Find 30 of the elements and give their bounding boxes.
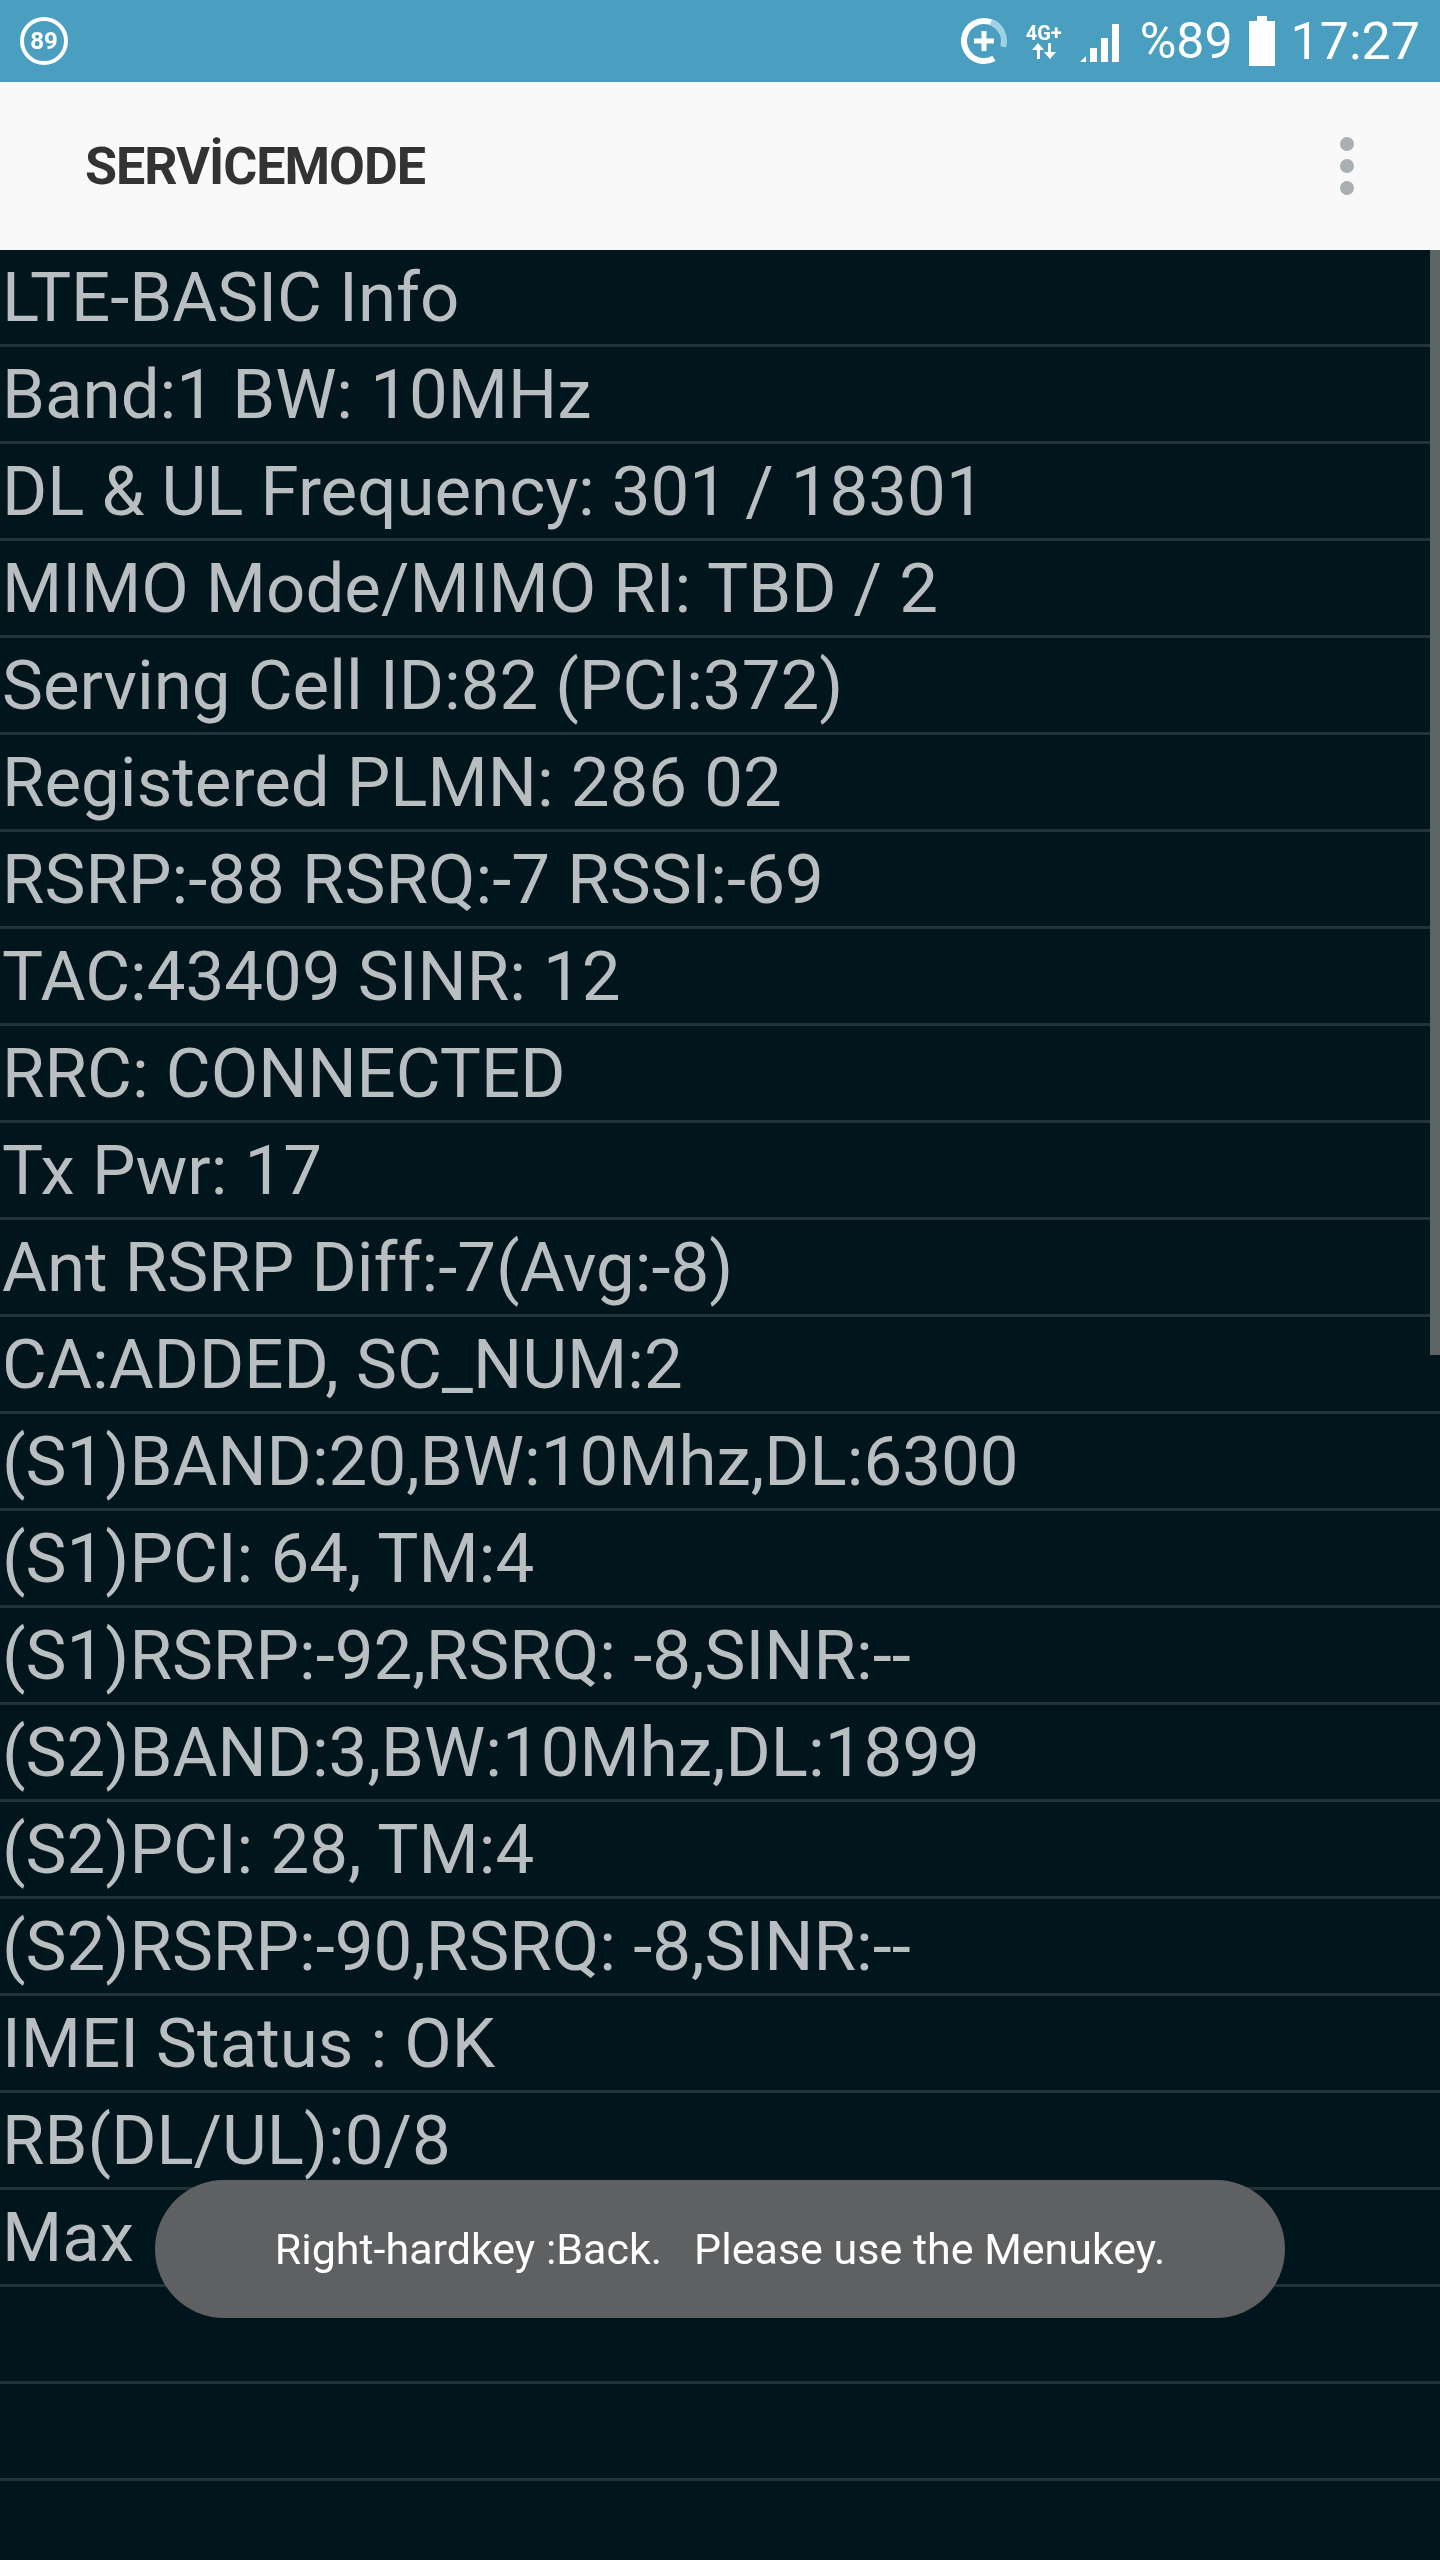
info-line: CA:ADDED, SC_NUM:2 [2,1323,683,1405]
network-type: 4G+ [1025,23,1062,43]
info-line: MIMO Mode/MIMO RI: TBD / 2 [2,547,938,629]
info-line: IMEI Status : OK [2,2002,496,2084]
info-line: Tx Pwr: 17 [2,1129,323,1211]
menu-icon[interactable] [1339,136,1355,196]
info-line: Ant RSRP Diff:-7(Avg:-8) [2,1226,734,1308]
info-line: (S1)RSRP:-92,RSRQ: -8,SINR:-- [2,1614,911,1696]
up-down-arrows-icon [1030,43,1057,59]
info-line: RRC: CONNECTED [2,1032,566,1114]
toast-message: Right-hardkey :Back. Please use the Menukey. [155,2180,1285,2318]
info-line: (S1)BAND:20,BW:10Mhz,DL:6300 [2,1420,1019,1502]
clock: 17:27 [1290,10,1420,72]
info-line: Max [2,2196,134,2278]
info-line: TAC:43409 SINR: 12 [2,935,621,1017]
info-line: RSRP:-88 RSRQ:-7 RSSI:-69 [2,838,824,920]
info-line: RB(DL/UL):0/8 [2,2099,451,2181]
app-title: SERVİCEMODE [85,135,425,197]
info-line: (S2)BAND:3,BW:10Mhz,DL:1899 [2,1711,980,1793]
info-line: Serving Cell ID:82 (PCI:372) [2,644,844,726]
info-line: DL & UL Frequency: 301 / 18301 [2,450,985,532]
info-line: Band:1 BW: 10MHz [2,353,592,435]
info-line: (S1)PCI: 64, TM:4 [2,1517,535,1599]
info-line: (S2)RSRP:-90,RSRQ: -8,SINR:-- [2,1905,911,1987]
battery-icon [1248,16,1275,66]
info-line: (S2)PCI: 28, TM:4 [2,1808,535,1890]
info-line: LTE-BASIC Info [2,256,460,338]
notification-badge: 89 [20,17,68,65]
info-line: Registered PLMN: 286 02 [2,741,782,823]
battery-percent: %89 [1139,12,1233,70]
